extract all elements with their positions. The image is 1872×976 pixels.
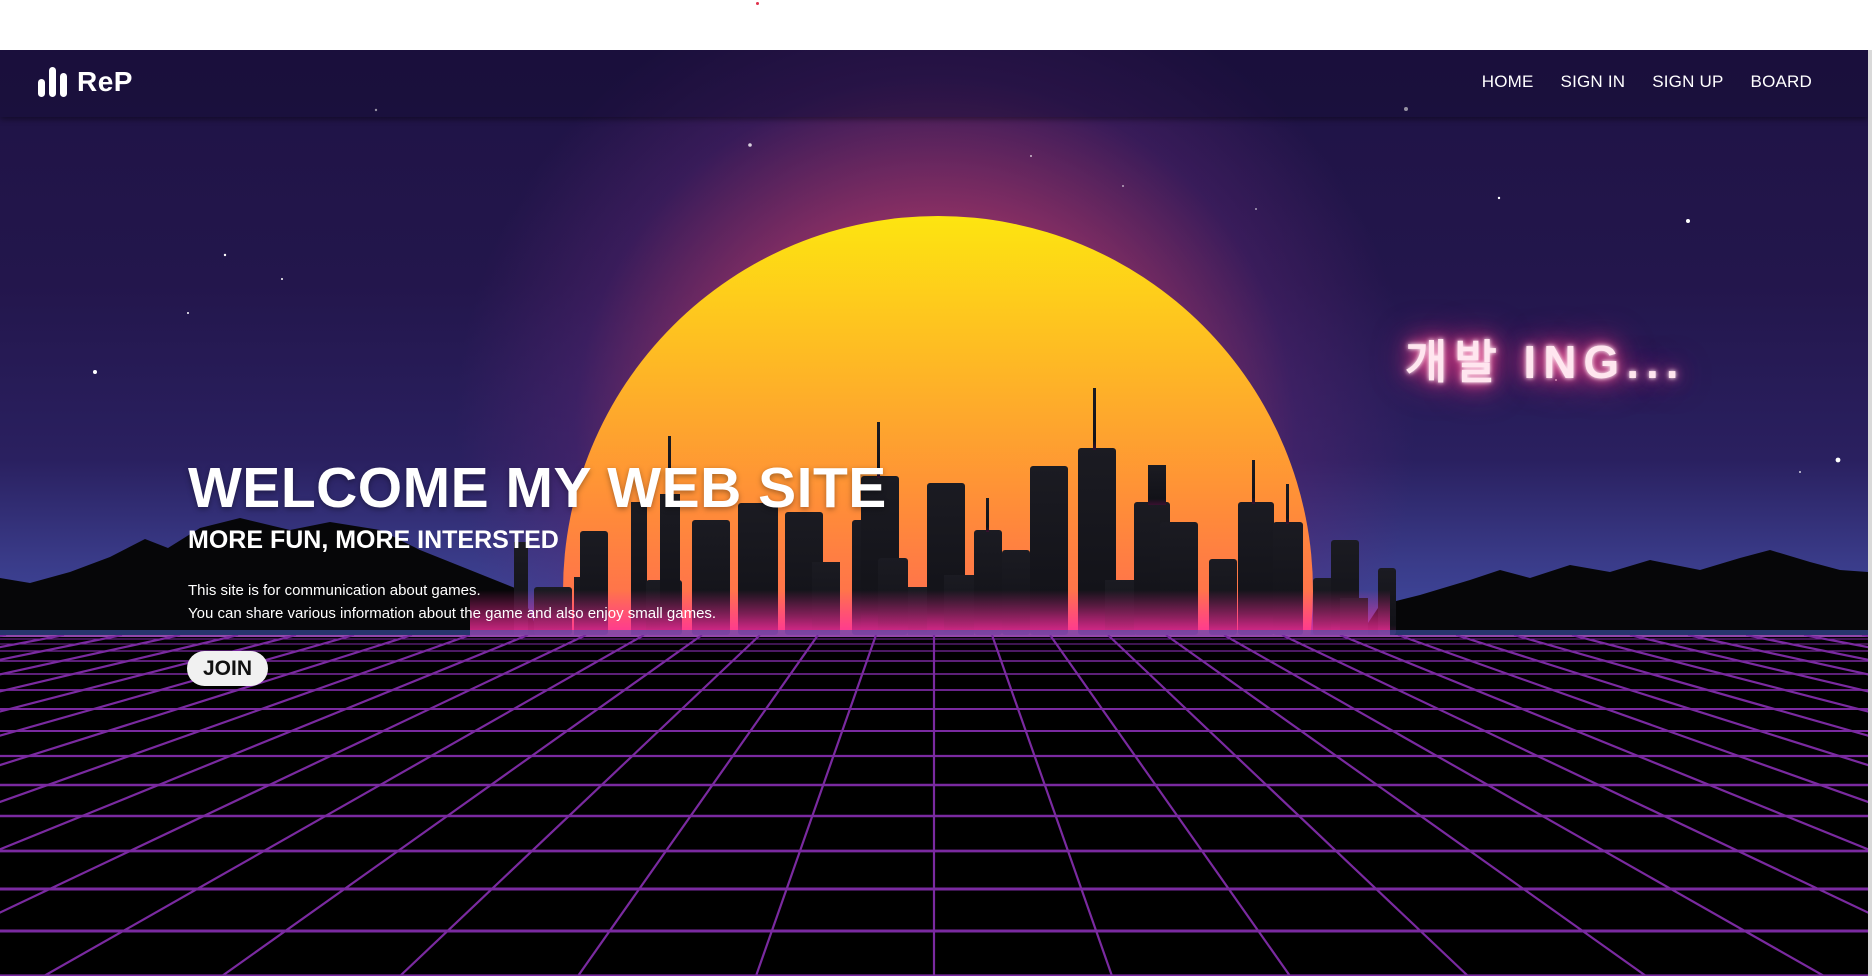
nav-sign-in-link[interactable]: SIGN IN	[1561, 72, 1626, 92]
navbar: ReP HOME SIGN IN SIGN UP BOARD	[0, 50, 1868, 117]
neon-sign: 개발 ING...	[1405, 336, 1686, 388]
browser-top-strip	[0, 0, 1872, 50]
hero-scene: ReP HOME SIGN IN SIGN UP BOARD 개발 ING...…	[0, 50, 1868, 976]
nav-home-link[interactable]: HOME	[1482, 72, 1534, 92]
join-button[interactable]: JOIN	[187, 651, 268, 686]
hero-content: WELCOME MY WEB SITE MORE FUN, MORE INTER…	[188, 455, 887, 625]
main-nav: HOME SIGN IN SIGN UP BOARD	[1482, 72, 1812, 92]
hero-description-line-2: You can share various information about …	[188, 605, 717, 622]
nav-sign-up-link[interactable]: SIGN UP	[1652, 72, 1723, 92]
brand-name: ReP	[77, 66, 133, 97]
page-scrollbar-track[interactable]	[1868, 50, 1872, 976]
top-red-dot	[756, 2, 759, 5]
hero-subtitle: MORE FUN, MORE INTERSTED	[188, 526, 559, 554]
bar-chart-logo-icon	[38, 67, 67, 97]
hero-title: WELCOME MY WEB SITE	[188, 456, 887, 520]
logo[interactable]: ReP	[38, 64, 133, 100]
hero-description-line-1: This site is for communication about gam…	[188, 582, 481, 599]
hero-description: This site is for communication about gam…	[188, 579, 887, 625]
neon-grid-floor	[0, 635, 1868, 976]
nav-board-link[interactable]: BOARD	[1751, 72, 1812, 92]
